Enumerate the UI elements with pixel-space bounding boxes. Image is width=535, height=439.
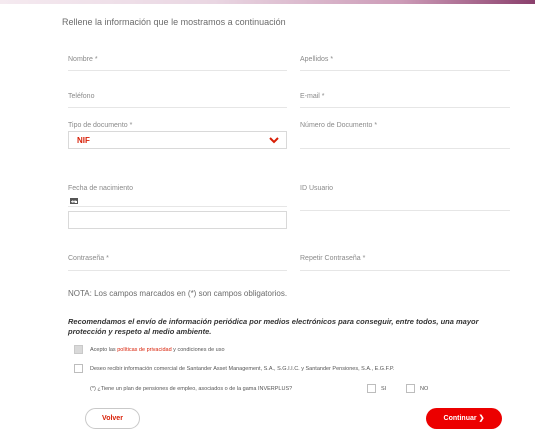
apellidos-underline: [300, 70, 510, 71]
id-usuario-field[interactable]: ID Usuario: [300, 185, 333, 192]
repetir-contrasena-underline: [300, 270, 510, 271]
calendar-icon[interactable]: [70, 197, 78, 204]
contrasena-field[interactable]: Contraseña *: [68, 255, 109, 262]
fecha-nacimiento-label: Fecha de nacimiento: [68, 185, 133, 192]
plan-si-label: SI: [381, 386, 387, 392]
fecha-nacimiento-input[interactable]: [68, 211, 287, 229]
plan-question: (*) ¿Tiene un plan de pensiones de emple…: [90, 386, 293, 392]
tipo-documento-label: Tipo de documento *: [68, 122, 133, 129]
acepto-prefix: Acepto las: [90, 347, 118, 353]
fecha-underline: [68, 206, 287, 207]
id-usuario-underline: [300, 210, 510, 211]
telefono-field[interactable]: Teléfono: [68, 93, 94, 100]
volver-button[interactable]: Volver: [85, 408, 140, 429]
comercial-label: Deseo recibir información comercial de S…: [90, 366, 395, 372]
plan-no-checkbox[interactable]: [406, 384, 415, 393]
numero-documento-underline: [300, 148, 510, 149]
plan-no-label: NO: [420, 386, 429, 392]
chevron-down-icon: [269, 137, 279, 144]
email-field[interactable]: E-mail *: [300, 93, 325, 100]
top-accent-bar: [0, 0, 535, 4]
contrasena-underline: [68, 270, 287, 271]
email-underline: [300, 107, 510, 108]
nombre-field[interactable]: Nombre *: [68, 56, 98, 63]
plan-si-checkbox[interactable]: [367, 384, 376, 393]
acepto-suffix: y condiciones de uso: [171, 347, 225, 353]
nota-text: NOTA: Los campos marcados en (*) son cam…: [68, 289, 288, 298]
numero-documento-field[interactable]: Número de Documento *: [300, 122, 377, 129]
apellidos-field[interactable]: Apellidos *: [300, 56, 333, 63]
privacy-policy-link[interactable]: políticas de privacidad: [117, 347, 171, 353]
tipo-documento-value: NIF: [77, 136, 90, 145]
nombre-underline: [68, 70, 287, 71]
continuar-label: Continuar: [443, 415, 477, 422]
repetir-contrasena-field[interactable]: Repetir Contraseña *: [300, 255, 365, 262]
telefono-underline: [68, 107, 287, 108]
acepto-checkbox[interactable]: [74, 345, 83, 354]
acepto-label: Acepto las políticas de privacidad y con…: [90, 347, 225, 353]
comercial-checkbox[interactable]: [74, 364, 83, 373]
recomendacion-text: Recomendamos el envío de información per…: [68, 317, 479, 336]
tipo-documento-select[interactable]: NIF: [68, 131, 287, 149]
chevron-right-icon: ❯: [478, 415, 485, 422]
intro-text: Rellene la información que le mostramos …: [62, 17, 286, 27]
continuar-button[interactable]: Continuar ❯: [426, 408, 502, 429]
